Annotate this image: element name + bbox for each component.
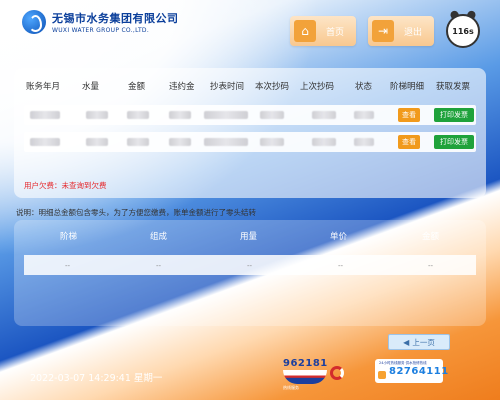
service-hotline-number: 82764111 (389, 366, 449, 377)
exit-button[interactable]: ⇥ 退出 (368, 16, 434, 46)
redacted-cell (204, 138, 248, 146)
redacted-cell (169, 111, 191, 119)
header-invoice: 获取发票 (436, 82, 471, 92)
redacted-cell (260, 111, 284, 119)
redacted-cell (354, 138, 374, 146)
view-button[interactable]: 查看 (398, 135, 420, 149)
header-volume: 水量 (82, 82, 100, 92)
header-previous-reading: 上次抄码 (300, 82, 335, 92)
exit-label: 退出 (404, 27, 423, 38)
header-tier-detail: 阶梯明细 (390, 82, 425, 92)
debt-status: 用户欠费：未查询到欠费 (24, 181, 107, 190)
tier-cell: -- (65, 262, 71, 270)
wave-icon (283, 370, 327, 384)
current-datetime: 2022-03-07 14:29:41 星期一 (30, 373, 163, 384)
company-name-cn: 无锡市水务集团有限公司 (52, 12, 179, 25)
hotline-logo: 962181 热线服务 (283, 358, 328, 391)
redacted-cell (204, 111, 248, 119)
print-invoice-button[interactable]: 打印发票 (434, 108, 474, 122)
header-penalty: 违约金 (169, 82, 195, 92)
company-logo: 无锡市水务集团有限公司 WUXI WATER GROUP CO.,LTD. (22, 10, 179, 34)
tier-cell: -- (338, 262, 344, 270)
tier-cell: -- (156, 262, 162, 270)
tier-cell: -- (428, 262, 434, 270)
service-hotline-card: 24小时热线服务 供水抢修热线 82764111 (375, 359, 449, 383)
print-invoice-button[interactable]: 打印发票 (434, 135, 474, 149)
tier-cell: -- (247, 262, 253, 270)
countdown-text: 116s (452, 26, 474, 36)
header-composition: 组成 (150, 232, 168, 242)
previous-page-button[interactable]: ◀ 上一页 (388, 334, 450, 350)
redacted-cell (169, 138, 191, 146)
redacted-cell (312, 111, 336, 119)
redacted-cell (354, 111, 374, 119)
redacted-cell (30, 111, 60, 119)
header-usage: 用量 (240, 232, 258, 242)
view-button[interactable]: 查看 (398, 108, 420, 122)
swirl-logo-icon (330, 366, 344, 380)
previous-page-label: 上一页 (412, 337, 435, 347)
header-unit-price: 单价 (330, 232, 348, 242)
rounding-note: 说明：明细总金额包含零头，为了方便您缴费，账单金额进行了零头结转 (16, 208, 256, 217)
hotline-number: 962181 (283, 358, 328, 369)
header-status: 状态 (355, 82, 373, 92)
home-label: 首页 (326, 27, 345, 38)
redacted-cell (86, 111, 108, 119)
header-tier: 阶梯 (60, 232, 78, 242)
home-button[interactable]: ⌂ 首页 (290, 16, 356, 46)
hotline-subtitle: 热线服务 (283, 385, 299, 390)
redacted-cell (30, 138, 60, 146)
table-row: 查看 打印发票 (24, 132, 476, 152)
header-current-reading: 本次抄码 (255, 82, 290, 92)
header-month: 账务年月 (26, 82, 61, 92)
redacted-cell (127, 138, 149, 146)
countdown-clock-icon: 116s (446, 14, 480, 48)
arrow-left-icon: ◀ (403, 337, 410, 347)
header-amount: 金额 (128, 82, 146, 92)
redacted-cell (260, 138, 284, 146)
redacted-cell (312, 138, 336, 146)
company-name-en: WUXI WATER GROUP CO.,LTD. (52, 27, 150, 34)
home-icon: ⌂ (294, 20, 316, 42)
redacted-cell (127, 111, 149, 119)
bill-table-header: 账务年月 水量 金额 违约金 抄表时间 本次抄码 上次抄码 状态 阶梯明细 获取… (14, 80, 486, 94)
table-row: 查看 打印发票 (24, 105, 476, 125)
water-drop-logo-icon (22, 10, 46, 34)
header-tier-amount: 金额 (422, 232, 440, 242)
exit-icon: ⇥ (372, 20, 394, 42)
header-read-time: 抄表时间 (210, 82, 245, 92)
redacted-cell (86, 138, 108, 146)
phone-icon (378, 371, 386, 379)
